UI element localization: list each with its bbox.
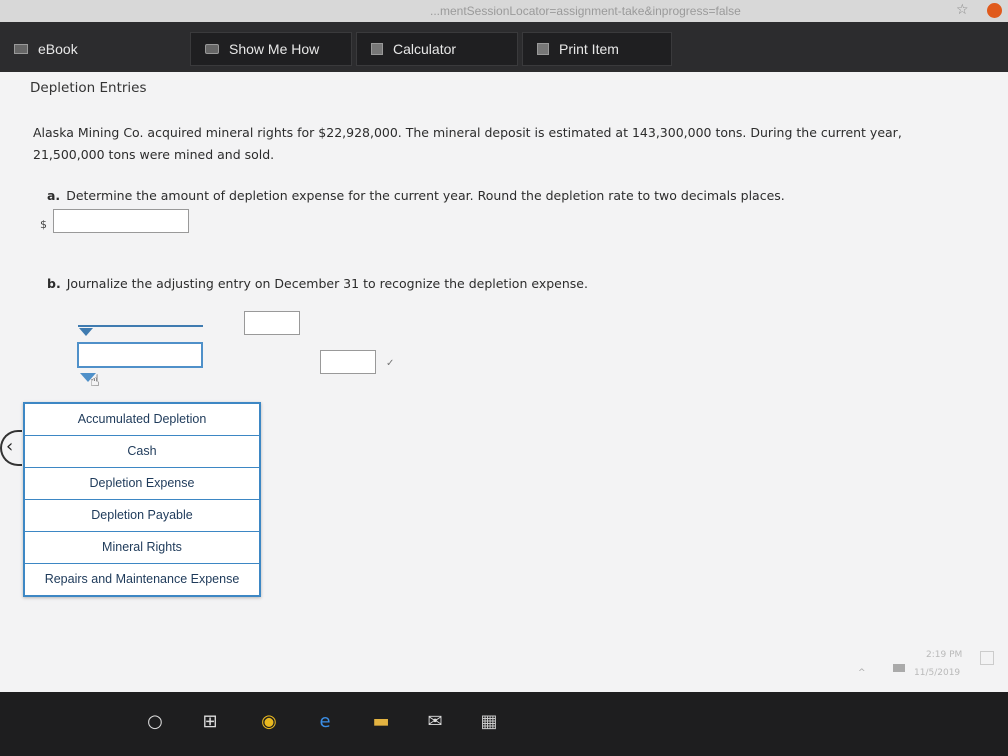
- print-icon: [537, 43, 549, 55]
- clock-date[interactable]: 11/5/2019: [914, 668, 960, 678]
- dropdown-option-accumulated-depletion[interactable]: Accumulated Depletion: [25, 404, 259, 435]
- chrome-icon[interactable]: ◉: [257, 710, 281, 734]
- bookmark-star-icon[interactable]: ☆: [956, 2, 969, 18]
- store-icon[interactable]: ▦: [477, 710, 501, 734]
- check-mark-icon: ✓: [386, 358, 395, 369]
- dropdown-option-depletion-payable[interactable]: Depletion Payable: [25, 499, 259, 531]
- depletion-expense-input[interactable]: [53, 209, 189, 233]
- chevron-down-icon[interactable]: [79, 328, 93, 336]
- part-b-text: Journalize the adjusting entry on Decemb…: [66, 276, 588, 291]
- hand-cursor-icon: ☝: [90, 371, 100, 390]
- problem-title: Depletion Entries: [30, 80, 147, 96]
- windows-taskbar: ○ ⊞ ◉ e ▬ ✉ ▦: [0, 692, 1008, 756]
- task-view-icon[interactable]: ⊞: [198, 710, 222, 734]
- part-b-question: b. Journalize the adjusting entry on Dece…: [47, 276, 588, 291]
- print-item-button[interactable]: Print Item: [522, 32, 672, 66]
- print-item-label: Print Item: [559, 41, 619, 57]
- dropdown-option-cash[interactable]: Cash: [25, 435, 259, 467]
- ebook-button[interactable]: eBook: [0, 32, 186, 66]
- currency-symbol: $: [40, 218, 47, 231]
- dropdown-option-mineral-rights[interactable]: Mineral Rights: [25, 531, 259, 563]
- mail-icon[interactable]: ✉: [423, 710, 447, 734]
- video-icon: [205, 44, 219, 54]
- credit-account-select[interactable]: [77, 342, 203, 368]
- calculator-icon: [371, 43, 383, 55]
- clock-time[interactable]: 2:19 PM: [926, 650, 962, 660]
- file-explorer-icon[interactable]: ▬: [369, 710, 393, 734]
- tray-expand-icon[interactable]: ^: [858, 668, 866, 678]
- part-b-letter: b.: [47, 276, 61, 291]
- ebook-label: eBook: [38, 41, 78, 57]
- extension-icon[interactable]: [987, 3, 1002, 18]
- part-a-text: Determine the amount of depletion expens…: [66, 188, 785, 203]
- part-a-letter: a.: [47, 188, 61, 203]
- browser-address-bar[interactable]: ...mentSessionLocator=assignment-take&in…: [0, 0, 1008, 23]
- calculator-label: Calculator: [393, 41, 457, 57]
- debit-account-select[interactable]: [78, 325, 203, 327]
- credit-amount-input[interactable]: [320, 350, 376, 374]
- edge-icon[interactable]: e: [313, 710, 337, 734]
- problem-intro: Alaska Mining Co. acquired mineral right…: [33, 125, 902, 162]
- collapse-panel-button[interactable]: ‹: [0, 430, 22, 466]
- url-text[interactable]: ...mentSessionLocator=assignment-take&in…: [430, 4, 741, 18]
- book-icon: [14, 44, 28, 54]
- dropdown-option-repairs-maintenance[interactable]: Repairs and Maintenance Expense: [25, 563, 259, 595]
- assignment-toolbar: eBook Show Me How Calculator Print Item: [0, 22, 1008, 72]
- debit-amount-input[interactable]: [244, 311, 300, 335]
- network-icon[interactable]: [893, 664, 905, 672]
- cortana-icon[interactable]: ○: [143, 710, 167, 734]
- account-dropdown-list[interactable]: Accumulated Depletion Cash Depletion Exp…: [23, 402, 261, 597]
- dropdown-option-depletion-expense[interactable]: Depletion Expense: [25, 467, 259, 499]
- calculator-button[interactable]: Calculator: [356, 32, 518, 66]
- notification-icon[interactable]: [980, 651, 994, 665]
- problem-page: Depletion Entries Alaska Mining Co. acqu…: [0, 72, 1008, 692]
- show-me-how-label: Show Me How: [229, 41, 320, 57]
- show-me-how-button[interactable]: Show Me How: [190, 32, 352, 66]
- part-a-question: a. Determine the amount of depletion expe…: [47, 188, 785, 203]
